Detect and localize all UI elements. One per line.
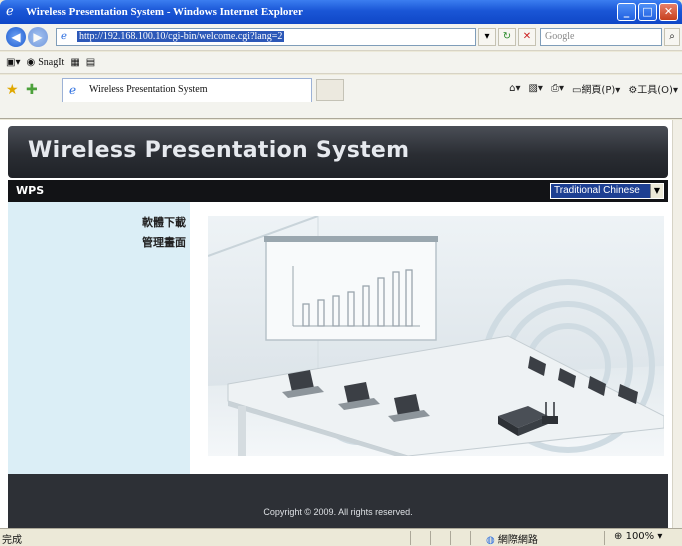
snagit-label: SnagIt xyxy=(38,57,65,68)
snagit-capture-icon[interactable]: ▦ xyxy=(70,57,79,68)
main-content xyxy=(190,202,668,474)
tab-bar: ★ ✚ ℯ Wireless Presentation System ⌂▾ ▧▾… xyxy=(0,75,682,119)
zone-label: 網際網路 xyxy=(497,535,538,546)
feeds-icon[interactable]: ▧▾ xyxy=(528,83,542,94)
tools-menu-label: 工具(O) xyxy=(637,85,673,96)
tools-menu-button[interactable]: ⚙工具(O)▾ xyxy=(628,81,678,96)
tab-page-icon: ℯ xyxy=(69,83,77,97)
language-select[interactable]: Traditional Chinese ▼ xyxy=(550,183,664,199)
address-dropdown-button[interactable]: ▾ xyxy=(478,28,496,46)
site-footer: Copyright © 2009. All rights reserved. xyxy=(8,474,668,528)
status-divider xyxy=(450,531,451,545)
sidebar: 軟體下載 管理畫面 xyxy=(8,202,190,474)
status-divider xyxy=(470,531,471,545)
status-divider xyxy=(410,531,411,545)
new-tab-button[interactable] xyxy=(316,79,344,101)
footer-copyright: Copyright © 2009. All rights reserved. xyxy=(263,507,413,517)
page-menu-button[interactable]: ▭網頁(P)▾ xyxy=(572,81,620,96)
window-title-bar: ℯ Wireless Presentation System - Windows… xyxy=(0,0,682,24)
page-viewport: Wireless Presentation System WPS Traditi… xyxy=(0,120,672,528)
window-title: Wireless Presentation System - Windows I… xyxy=(26,6,303,18)
page-icon: ℯ xyxy=(61,31,67,42)
projection-screen xyxy=(264,236,438,341)
stop-button[interactable]: ✕ xyxy=(518,28,536,46)
ie-logo-icon: ℯ xyxy=(6,4,14,19)
back-button[interactable]: ◀ xyxy=(6,27,26,47)
snagit-icon: ◉ xyxy=(26,57,36,68)
refresh-button[interactable]: ↻ xyxy=(498,28,516,46)
favorites-star-icon[interactable]: ★ xyxy=(6,82,19,98)
gear-icon: ⚙ xyxy=(628,85,638,96)
status-bar: 完成 ◍ 網際網路 ⊕ 100% ▾ xyxy=(0,528,682,546)
tab-wireless-presentation-system[interactable]: ℯ Wireless Presentation System xyxy=(62,78,312,102)
language-selected: Traditional Chinese xyxy=(554,185,640,196)
page-menu-label: 網頁(P) xyxy=(581,85,616,96)
snagit-button[interactable]: ◉ SnagIt xyxy=(26,57,64,68)
search-icon[interactable]: ⌕ xyxy=(664,28,680,46)
zoom-label: 100% xyxy=(625,531,655,542)
status-divider xyxy=(604,531,605,545)
search-input[interactable]: Google xyxy=(540,28,662,46)
address-bar[interactable]: ℯ http://192.168.100.10/cgi-bin/welcome.… xyxy=(56,28,476,46)
nav-label: WPS xyxy=(16,184,45,197)
status-divider xyxy=(430,531,431,545)
home-icon[interactable]: ⌂▾ xyxy=(509,83,520,94)
snagit-window-icon[interactable]: ▤ xyxy=(86,57,95,68)
status-text: 完成 xyxy=(2,535,22,546)
forward-button[interactable]: ▶ xyxy=(28,27,48,47)
close-window-button[interactable]: ✕ xyxy=(659,3,678,21)
print-icon[interactable]: ⎙▾ xyxy=(551,83,564,94)
nav-bar: WPS Traditional Chinese ▼ xyxy=(8,180,668,202)
minimize-button[interactable]: _ xyxy=(617,3,636,21)
maximize-button[interactable]: □ xyxy=(638,3,657,21)
zoom-control[interactable]: ⊕ 100% ▾ xyxy=(614,531,662,542)
site-title: Wireless Presentation System xyxy=(28,138,410,163)
address-toolbar: ◀ ▶ ℯ http://192.168.100.10/cgi-bin/welc… xyxy=(0,24,682,51)
chevron-down-icon[interactable]: ▼ xyxy=(650,184,663,198)
sidebar-link-admin-page[interactable]: 管理畫面 xyxy=(142,234,186,250)
toolbar-dropdown-icon[interactable]: ▣▾ xyxy=(6,57,20,68)
globe-icon: ◍ xyxy=(486,535,495,546)
site-header: Wireless Presentation System xyxy=(8,126,668,178)
add-favorites-icon[interactable]: ✚ xyxy=(26,82,38,98)
tab-label: Wireless Presentation System xyxy=(89,84,208,95)
sidebar-link-software-download[interactable]: 軟體下載 xyxy=(142,214,186,230)
security-zone[interactable]: ◍ 網際網路 xyxy=(486,531,538,546)
address-url: http://192.168.100.10/cgi-bin/welcome.cg… xyxy=(77,31,285,42)
presentation-room-illustration xyxy=(208,216,664,456)
links-toolbar: ▣▾ ◉ SnagIt ▦ ▤ xyxy=(0,52,682,74)
zoom-icon: ⊕ xyxy=(614,531,623,542)
vertical-scrollbar[interactable] xyxy=(672,120,682,528)
